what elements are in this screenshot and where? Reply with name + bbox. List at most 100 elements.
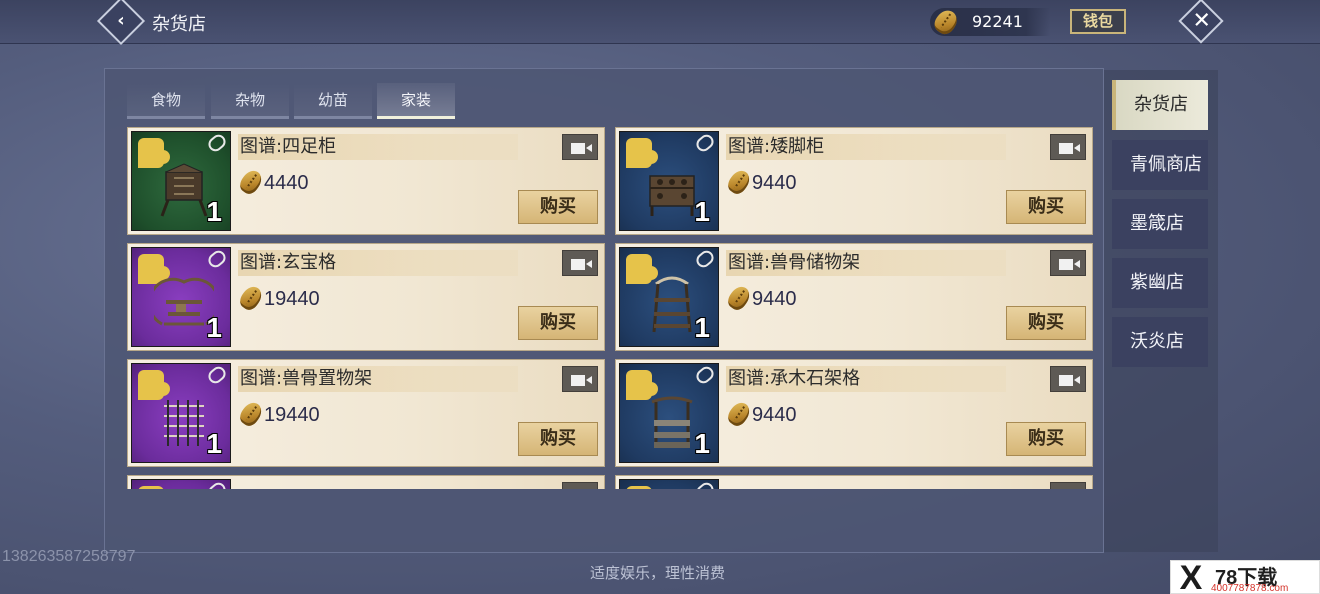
item-name: 图谱:承木石架格 [726, 366, 1006, 392]
link-icon [205, 363, 229, 387]
shop-item-card-partial [615, 475, 1093, 489]
item-thumbnail[interactable]: 1 [619, 131, 719, 231]
preview-button[interactable] [562, 366, 598, 392]
seed-currency-icon [236, 283, 266, 313]
item-quantity: 1 [694, 196, 710, 227]
bone-rack-image [652, 276, 692, 333]
item-thumbnail[interactable] [619, 479, 719, 489]
camera-icon [571, 375, 592, 386]
link-icon [693, 247, 717, 271]
blueprint-icon [138, 486, 164, 489]
cabinet-image [649, 175, 695, 216]
buy-button[interactable]: 购买 [518, 422, 598, 456]
buy-button[interactable]: 购买 [518, 306, 598, 340]
chevron-left-icon: ‹ [117, 10, 125, 31]
back-button[interactable]: ‹ [96, 0, 146, 46]
stone-shelf-image [651, 396, 693, 448]
camera-icon [1059, 259, 1080, 270]
item-name: 图谱:四足柜 [238, 134, 518, 160]
item-thumbnail[interactable] [131, 479, 231, 489]
link-icon [693, 363, 717, 387]
shop-woyan[interactable]: 沃炎店 [1112, 317, 1208, 367]
item-quantity: 1 [206, 428, 222, 459]
preview-button[interactable] [562, 482, 598, 489]
item-thumbnail[interactable]: 1 [619, 247, 719, 347]
site-url: 4007787878.com [1211, 583, 1289, 594]
shelf-image [154, 277, 214, 326]
phone-watermark: 13826358725879​7 [2, 548, 136, 565]
price-value: 19440 [264, 288, 320, 310]
site-watermark: X 78下载 4007787878.com [1170, 560, 1320, 594]
link-icon [693, 479, 717, 489]
blueprint-icon [626, 486, 652, 489]
price-value: 9440 [752, 404, 797, 426]
seed-currency-icon [724, 167, 754, 197]
shop-item-card: 1 图谱:矮脚柜 9440 购买 [615, 127, 1093, 235]
shop-qingpei[interactable]: 青佩商店 [1112, 140, 1208, 190]
preview-button[interactable] [562, 134, 598, 160]
shop-panel: 食物 杂物 幼苗 家装 1 图谱:四足柜 4440 购买 1 图谱:矮脚柜 94… [104, 68, 1104, 553]
item-name: 图谱:兽骨置物架 [238, 366, 518, 392]
currency-display: 92241 [930, 6, 1050, 38]
preview-button[interactable] [1050, 482, 1086, 489]
item-name: 图谱:兽骨储物架 [726, 250, 1006, 276]
shop-grocery[interactable]: 杂货店 [1112, 80, 1208, 130]
item-name: 图谱:玄宝格 [238, 250, 518, 276]
footer-note: 适度娱乐，理性消费 [590, 564, 726, 582]
shop-mozhen[interactable]: 墨箴店 [1112, 199, 1208, 249]
buy-button[interactable]: 购买 [1006, 306, 1086, 340]
seed-currency-icon [236, 167, 266, 197]
top-bar: ‹ 杂货店 92241 钱包 ✕ [0, 0, 1320, 46]
tab-food[interactable]: 食物 [127, 83, 205, 119]
shop-ziyou[interactable]: 紫幽店 [1112, 258, 1208, 308]
item-thumbnail[interactable]: 1 [619, 363, 719, 463]
item-quantity: 1 [694, 428, 710, 459]
camera-icon [1059, 143, 1080, 154]
shop-item-card: 1 图谱:承木石架格 9440 购买 [615, 359, 1093, 467]
shop-item-card-partial [127, 475, 605, 489]
shop-list: 杂货店 青佩商店 墨箴店 紫幽店 沃炎店 [1104, 70, 1218, 552]
link-icon [205, 479, 229, 489]
item-quantity: 1 [206, 312, 222, 343]
price-value: 9440 [752, 172, 797, 194]
shop-item-card: 1 图谱:兽骨置物架 19440 购买 [127, 359, 605, 467]
close-button[interactable]: ✕ [1178, 0, 1224, 44]
preview-button[interactable] [1050, 134, 1086, 160]
item-grid[interactable]: 1 图谱:四足柜 4440 购买 1 图谱:矮脚柜 9440 购买 1 图谱:玄… [127, 127, 1093, 489]
buy-button[interactable]: 购买 [518, 190, 598, 224]
tab-misc[interactable]: 杂物 [211, 83, 289, 119]
seed-currency-icon [930, 6, 962, 38]
camera-icon [571, 259, 592, 270]
price-value: 19440 [264, 404, 320, 426]
item-thumbnail[interactable]: 1 [131, 363, 231, 463]
cabinet-image [160, 163, 208, 217]
camera-icon [1059, 375, 1080, 386]
shop-item-card: 1 图谱:兽骨储物架 9440 购买 [615, 243, 1093, 351]
item-name: 图谱:矮脚柜 [726, 134, 1006, 160]
wallet-button[interactable]: 钱包 [1070, 9, 1126, 34]
tab-furniture[interactable]: 家装 [377, 83, 455, 119]
seed-currency-icon [724, 399, 754, 429]
preview-button[interactable] [1050, 366, 1086, 392]
shop-item-card: 1 图谱:玄宝格 19440 购买 [127, 243, 605, 351]
shop-item-card: 1 图谱:四足柜 4440 购买 [127, 127, 605, 235]
currency-amount: 92241 [972, 12, 1023, 31]
camera-icon [571, 143, 592, 154]
preview-button[interactable] [1050, 250, 1086, 276]
preview-button[interactable] [562, 250, 598, 276]
bone-shelf-image [164, 400, 204, 446]
buy-button[interactable]: 购买 [1006, 190, 1086, 224]
price-value: 9440 [752, 288, 797, 310]
link-icon [205, 247, 229, 271]
link-icon [205, 131, 229, 155]
site-logo: X [1179, 559, 1203, 594]
item-thumbnail[interactable]: 1 [131, 131, 231, 231]
buy-button[interactable]: 购买 [1006, 422, 1086, 456]
seed-currency-icon [236, 399, 266, 429]
link-icon [693, 131, 717, 155]
item-quantity: 1 [206, 196, 222, 227]
tab-seedlings[interactable]: 幼苗 [294, 83, 372, 119]
seed-currency-icon [724, 283, 754, 313]
page-title: 杂货店 [152, 14, 206, 35]
item-thumbnail[interactable]: 1 [131, 247, 231, 347]
